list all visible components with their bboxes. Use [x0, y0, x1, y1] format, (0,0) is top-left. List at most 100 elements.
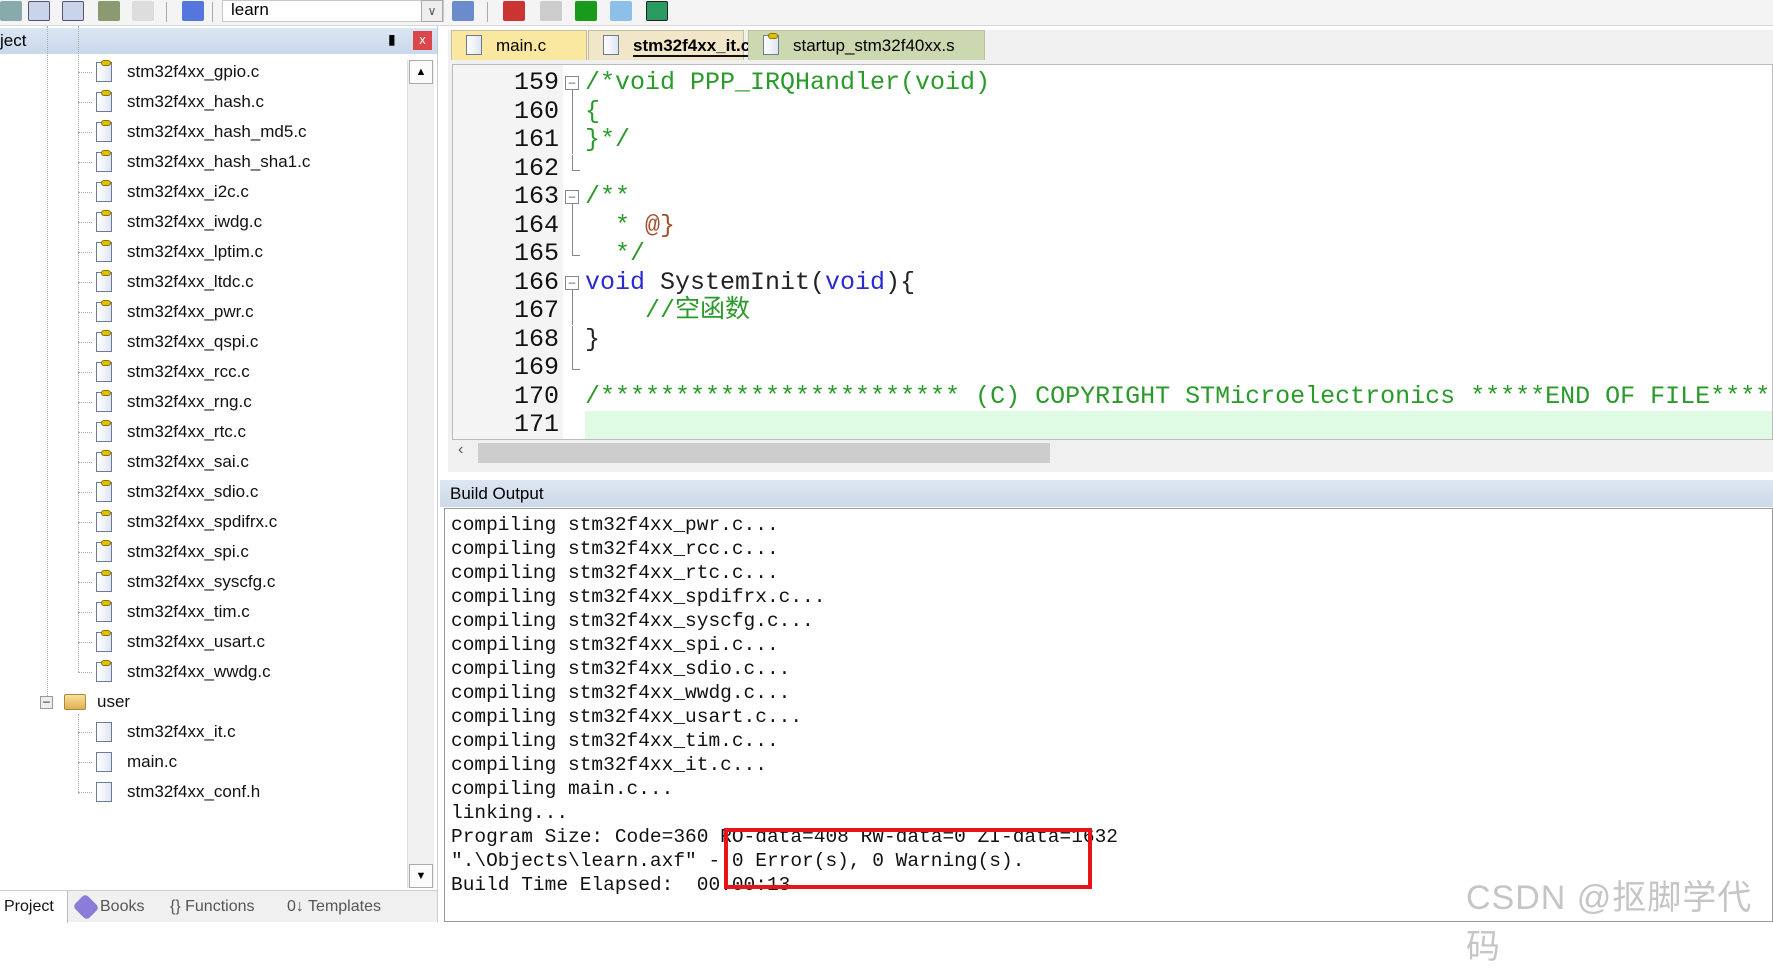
- code-token: *: [585, 210, 646, 240]
- tree-file[interactable]: stm32f4xx_rcc.c: [78, 358, 250, 386]
- output-line: compiling stm32f4xx_tim.c...: [451, 730, 779, 752]
- key-icon: [101, 510, 111, 516]
- fold-toggle-icon[interactable]: –: [565, 76, 579, 90]
- close-icon[interactable]: x: [413, 31, 432, 50]
- tree-file[interactable]: stm32f4xx_i2c.c: [78, 178, 249, 206]
- download-icon[interactable]: [28, 1, 50, 21]
- select-target-icon[interactable]: [182, 1, 204, 21]
- line-number: 160: [513, 96, 559, 126]
- build-output-header: Build Output: [440, 480, 1773, 507]
- tree-line: [78, 642, 92, 643]
- file-icon: [96, 722, 112, 742]
- copy-icon[interactable]: [540, 1, 562, 21]
- code-line[interactable]: 162: [453, 154, 1772, 183]
- tab-books[interactable]: Books: [72, 891, 162, 923]
- scroll-left-icon[interactable]: ‹: [458, 441, 463, 459]
- tree-file[interactable]: stm32f4xx_sai.c: [78, 448, 249, 476]
- tree-file[interactable]: stm32f4xx_hash_md5.c: [78, 118, 307, 146]
- fold-line: [572, 126, 573, 154]
- code-line[interactable]: 170 /************************ (C) COPYRIG…: [453, 382, 1772, 411]
- tab-project[interactable]: Project: [0, 891, 68, 923]
- code-token: /**: [585, 182, 631, 211]
- c-file-icon: [96, 270, 112, 292]
- scrollbar[interactable]: ▲ ▼: [407, 60, 434, 888]
- line-number: 166: [513, 267, 559, 297]
- tree-file[interactable]: stm32f4xx_tim.c: [78, 598, 250, 626]
- code-line[interactable]: 166– void SystemInit(void){: [453, 267, 1772, 298]
- project-panel-header: ject: [0, 28, 437, 54]
- fold-toggle-icon[interactable]: –: [565, 190, 579, 204]
- tree-group-user[interactable]: – user: [40, 688, 130, 716]
- tree-file[interactable]: stm32f4xx_spi.c: [78, 538, 249, 566]
- tree-file[interactable]: stm32f4xx_conf.h: [78, 778, 260, 806]
- c-file-icon: [96, 240, 112, 262]
- tree-file[interactable]: stm32f4xx_gpio.c: [78, 58, 259, 86]
- tree-file[interactable]: main.c: [78, 748, 177, 776]
- tab-startup-s[interactable]: startup_stm32f40xx.s: [748, 30, 985, 60]
- filter-icon[interactable]: [610, 1, 632, 21]
- tree-line: [78, 162, 92, 163]
- scroll-thumb[interactable]: [478, 443, 1050, 463]
- code-line[interactable]: 161}*/: [453, 126, 1772, 154]
- scroll-down-button[interactable]: ▼: [409, 864, 433, 888]
- target-select[interactable]: learn: [222, 0, 444, 22]
- code-editor[interactable]: 159–/*void PPP_IRQHandler(void) 160{161}*…: [452, 64, 1773, 440]
- tree-file[interactable]: stm32f4xx_wwdg.c: [78, 658, 271, 686]
- tree-file[interactable]: stm32f4xx_hash_sha1.c: [78, 148, 310, 176]
- code-line[interactable]: 164 * @}: [453, 210, 1772, 240]
- tab-functions[interactable]: {} Functions: [166, 891, 276, 923]
- tree-file[interactable]: stm32f4xx_syscfg.c: [78, 568, 275, 596]
- tab-main-c[interactable]: main.c: [451, 30, 587, 60]
- collapse-icon[interactable]: –: [40, 695, 53, 709]
- tree-file[interactable]: stm32f4xx_pwr.c: [78, 298, 254, 326]
- line-number: 168: [513, 324, 559, 354]
- file-icon: [466, 35, 482, 55]
- tree-file[interactable]: stm32f4xx_lptim.c: [78, 238, 263, 266]
- pin-icon[interactable]: ▮: [388, 31, 396, 48]
- code-line[interactable]: 160 {: [453, 96, 1772, 126]
- build-output[interactable]: compiling stm32f4xx_pwr.c... compiling st…: [444, 508, 1773, 922]
- tree-line: [78, 492, 92, 493]
- tree-file-label: stm32f4xx_spdifrx.c: [127, 512, 278, 531]
- tree-file[interactable]: stm32f4xx_ltdc.c: [78, 268, 254, 296]
- code-line[interactable]: 167 //空函数: [453, 297, 1772, 325]
- tree-file[interactable]: stm32f4xx_spdifrx.c: [78, 508, 277, 536]
- fold-toggle-icon[interactable]: –: [565, 275, 579, 290]
- code-line[interactable]: 163–/**: [453, 182, 1772, 212]
- tree-file[interactable]: stm32f4xx_rtc.c: [78, 418, 246, 446]
- code-line[interactable]: 165 */: [453, 240, 1772, 268]
- layers-icon[interactable]: [98, 1, 120, 21]
- c-file-icon: [96, 390, 112, 412]
- code-line[interactable]: 171: [453, 411, 1772, 439]
- tab-templates[interactable]: 0↓ Templates: [283, 891, 403, 923]
- diamond-icon[interactable]: [575, 1, 597, 21]
- batch-build-icon[interactable]: [0, 1, 22, 21]
- books-icon: [72, 893, 100, 921]
- code-text: * @}: [585, 210, 675, 240]
- tree-file[interactable]: stm32f4xx_qspi.c: [78, 328, 258, 356]
- options-icon[interactable]: [452, 1, 474, 21]
- tab-stm32f4xx-it-c[interactable]: stm32f4xx_it.c: [588, 30, 751, 60]
- code-line[interactable]: 168}: [453, 324, 1772, 354]
- tree-line: [78, 432, 92, 433]
- manage-icon[interactable]: [503, 1, 525, 21]
- scroll-up-button[interactable]: ▲: [409, 60, 433, 84]
- tab-label: stm32f4xx_it.c: [633, 36, 751, 57]
- tree-file-label: main.c: [127, 752, 178, 771]
- tree-file[interactable]: stm32f4xx_usart.c: [78, 628, 265, 656]
- erase-icon[interactable]: [132, 1, 154, 21]
- tree-file[interactable]: stm32f4xx_hash.c: [78, 88, 264, 116]
- tree-file[interactable]: stm32f4xx_sdio.c: [78, 478, 258, 506]
- tree-file-label: stm32f4xx_tim.c: [127, 602, 250, 621]
- tree-file[interactable]: stm32f4xx_rng.c: [78, 388, 252, 416]
- chevron-down-icon[interactable]: ∨: [421, 0, 443, 22]
- tree-file[interactable]: stm32f4xx_it.c: [78, 718, 236, 746]
- window-icon[interactable]: [646, 1, 668, 21]
- tree-line: [78, 312, 92, 313]
- code-line[interactable]: 169: [453, 354, 1772, 382]
- tree-file[interactable]: stm32f4xx_iwdg.c: [78, 208, 262, 236]
- code-line[interactable]: 159–/*void PPP_IRQHandler(void): [453, 69, 1772, 98]
- output-line: compiling stm32f4xx_rtc.c...: [451, 562, 779, 584]
- tab-label: startup_stm32f40xx.s: [793, 36, 955, 55]
- load-icon[interactable]: [62, 1, 84, 21]
